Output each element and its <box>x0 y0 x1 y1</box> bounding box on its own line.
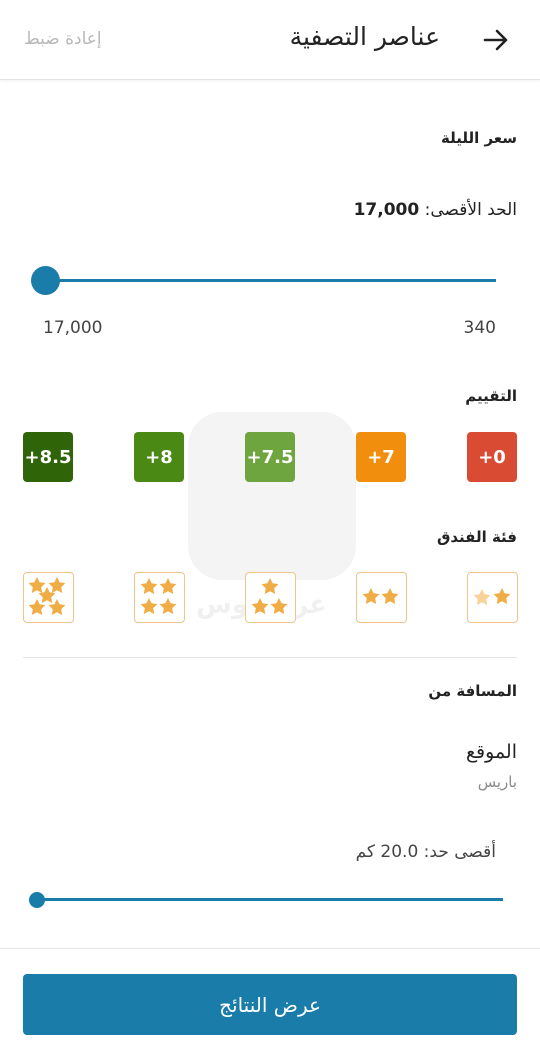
arrow-right-icon <box>483 29 508 51</box>
hotel-class-1-star[interactable] <box>467 572 518 623</box>
page-title: عناصر التصفية <box>289 22 440 51</box>
rating-option-0[interactable]: +0 <box>467 432 517 482</box>
distance-section-title: المسافة من <box>428 682 517 700</box>
distance-slider-thumb[interactable] <box>29 892 45 908</box>
rating-option-8[interactable]: +8 <box>134 432 184 482</box>
price-range-high: 340 <box>463 318 496 338</box>
location-label[interactable]: الموقع <box>466 741 517 763</box>
price-max-readout: الحد الأقصى: 17,000 <box>354 200 517 220</box>
distance-slider-track[interactable] <box>37 898 503 901</box>
reset-button[interactable]: إعادة ضبط <box>24 29 102 49</box>
location-value[interactable]: باريس <box>478 773 517 791</box>
back-button[interactable] <box>476 20 516 60</box>
price-slider-thumb[interactable] <box>31 266 60 295</box>
hotel-class-section-title: فئة الفندق <box>436 528 517 546</box>
rating-section-title: التقييم <box>465 387 517 405</box>
section-divider <box>23 657 517 658</box>
distance-max-readout: أقصى حد: 20.0 كم <box>356 842 496 862</box>
three-stars-icon <box>251 578 288 614</box>
hotel-class-4-stars[interactable] <box>134 572 185 623</box>
distance-max-value: 20.0 كم <box>355 842 419 862</box>
hotel-class-5-stars[interactable] <box>23 572 74 623</box>
rating-option-7[interactable]: +7 <box>356 432 406 482</box>
rating-option-7-5[interactable]: +7.5 <box>245 432 295 482</box>
footer-bar: عرض النتائج <box>0 948 540 1057</box>
price-max-value: 17,000 <box>353 200 420 220</box>
distance-max-label: أقصى حد: <box>423 842 496 862</box>
app-header: عناصر التصفية إعادة ضبط <box>0 0 540 80</box>
five-stars-icon <box>28 577 66 615</box>
rating-option-8-5[interactable]: +8.5 <box>23 432 73 482</box>
price-slider-track[interactable] <box>45 279 496 282</box>
price-section-title: سعر الليلة <box>440 129 517 147</box>
hotel-class-3-stars[interactable] <box>245 572 296 623</box>
two-stars-icon <box>362 588 399 604</box>
four-stars-icon <box>140 578 177 614</box>
show-results-button[interactable]: عرض النتائج <box>23 974 517 1035</box>
hotel-class-2-stars[interactable] <box>356 572 407 623</box>
one-star-icon <box>473 588 511 605</box>
price-range-low: 17,000 <box>43 318 103 338</box>
price-max-label: الحد الأقصى: <box>424 200 517 220</box>
